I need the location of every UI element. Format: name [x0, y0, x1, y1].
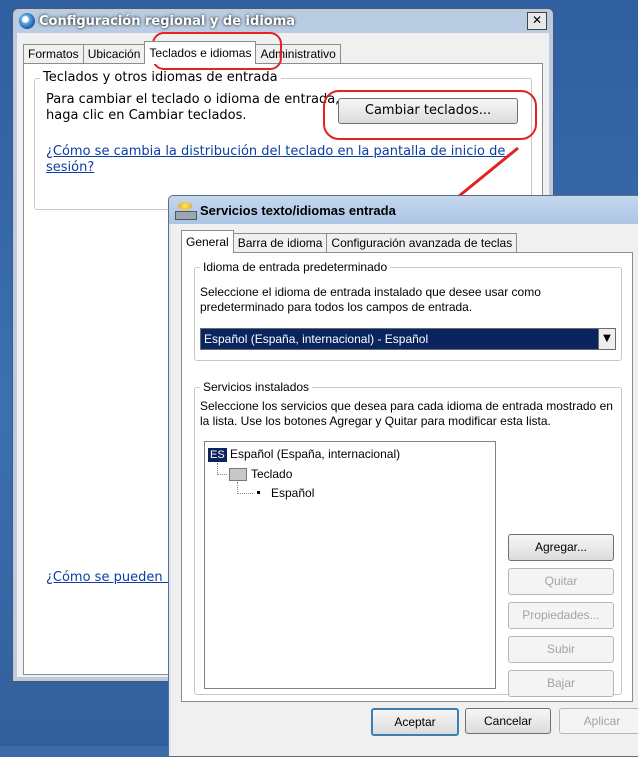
dialog-tab-panel: Idioma de entrada predeterminado Selecci… — [181, 252, 633, 702]
dialog-body: General Barra de idioma Configuración av… — [171, 224, 638, 756]
dialog-tab-strip: General Barra de idioma Configuración av… — [181, 230, 518, 253]
tab-teclados-idiomas[interactable]: Teclados e idiomas — [144, 41, 257, 64]
tree-layout-item[interactable]: Español — [271, 486, 314, 500]
keyboard-icon — [229, 468, 247, 481]
tree-language-item[interactable]: Español (España, internacional) — [230, 447, 400, 461]
default-language-title: Idioma de entrada predeterminado — [200, 260, 391, 274]
tab-general[interactable]: General — [181, 230, 234, 253]
keyboard-icon — [175, 202, 197, 220]
selected-language: Español (España, internacional) - Españo… — [204, 332, 429, 346]
services-tree[interactable]: ES Español (España, internacional) Tecla… — [204, 441, 496, 689]
default-language-description: Seleccione el idioma de entrada instalad… — [200, 285, 541, 314]
tab-language-bar[interactable]: Barra de idioma — [232, 233, 328, 253]
dialog-title: Servicios texto/idiomas entrada — [200, 202, 396, 218]
text-services-dialog: Servicios texto/idiomas entrada x Genera… — [168, 195, 638, 757]
properties-button[interactable]: Propiedades... — [508, 602, 614, 629]
add-button[interactable]: Agregar... — [508, 534, 614, 561]
move-down-button[interactable]: Bajar — [508, 670, 614, 697]
move-up-button[interactable]: Subir — [508, 636, 614, 663]
apply-button[interactable]: Aplicar — [559, 708, 638, 734]
ok-button[interactable]: Aceptar — [371, 708, 459, 736]
default-language-select[interactable]: Español (España, internacional) - Españo… — [200, 328, 616, 350]
cancel-button[interactable]: Cancelar — [465, 708, 551, 734]
bullet-icon — [257, 491, 260, 494]
tree-keyboard-item[interactable]: Teclado — [251, 467, 292, 481]
chevron-down-icon[interactable]: ▼ — [598, 329, 615, 349]
tree-line — [217, 474, 227, 475]
tab-advanced-keys[interactable]: Configuración avanzada de teclas — [326, 233, 518, 253]
installed-services-title: Servicios instalados — [200, 380, 313, 394]
tree-line — [237, 493, 253, 494]
installed-services-description: Seleccione los servicios que desea para … — [200, 399, 613, 428]
remove-button[interactable]: Quitar — [508, 568, 614, 595]
es-language-badge: ES — [208, 448, 227, 462]
dialog-title-bar[interactable]: Servicios texto/idiomas entrada — [169, 196, 638, 224]
